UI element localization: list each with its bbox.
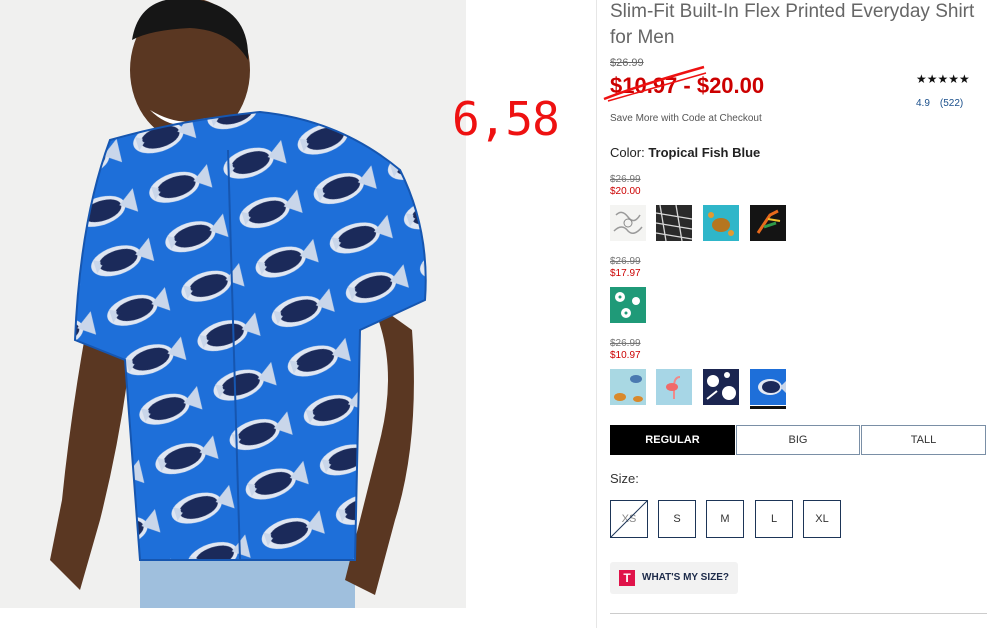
swatch-light-blue-fish[interactable] bbox=[610, 369, 646, 405]
swatch-black-white-print[interactable] bbox=[656, 205, 692, 241]
group-was-price: $26.99 bbox=[610, 338, 641, 349]
swatch-turquoise-turtle[interactable] bbox=[703, 205, 739, 241]
star-rating-icon[interactable]: ★★★★★ bbox=[916, 72, 970, 86]
whats-my-size-button[interactable]: T WHAT'S MY SIZE? bbox=[610, 562, 738, 594]
size-option-xl[interactable]: XL bbox=[803, 500, 841, 538]
group-was-price: $26.99 bbox=[610, 174, 641, 185]
swatch-black-bird-of-paradise[interactable] bbox=[750, 205, 786, 241]
original-price: $26.99 bbox=[610, 57, 644, 69]
group-sale-price: $20.00 bbox=[610, 186, 641, 197]
group-sale-price: $17.97 bbox=[610, 268, 641, 279]
sale-price-text: $10.97 - $20.00 bbox=[610, 73, 765, 98]
swatch-navy-hibiscus[interactable] bbox=[703, 369, 739, 405]
promo-text: Save More with Code at Checkout bbox=[610, 113, 762, 124]
sale-price-range: $10.97 - $20.00 bbox=[603, 65, 765, 102]
unavailable-slash-icon bbox=[611, 501, 647, 537]
true-fit-logo-icon: T bbox=[619, 570, 635, 586]
size-option-xs[interactable]: XS bbox=[610, 500, 648, 538]
model-wearing-shirt-image bbox=[0, 0, 466, 608]
group-sale-price: $10.97 bbox=[610, 350, 641, 361]
size-option-m[interactable]: M bbox=[706, 500, 744, 538]
fit-tab-tall[interactable]: TALL bbox=[861, 425, 986, 455]
swatch-flamingo[interactable] bbox=[656, 369, 692, 405]
product-photo[interactable] bbox=[0, 0, 466, 608]
group-was-price: $26.99 bbox=[610, 256, 641, 267]
price-group: $26.99 $17.97 bbox=[610, 256, 641, 280]
rating-summary[interactable]: 4.9 (522) bbox=[916, 98, 963, 109]
size-label: Size: bbox=[610, 471, 639, 486]
size-option-l[interactable]: L bbox=[755, 500, 793, 538]
fit-tab-regular[interactable]: REGULAR bbox=[610, 425, 735, 455]
price-group: $26.99 $20.00 bbox=[610, 174, 641, 198]
price-group: $26.99 $10.97 bbox=[610, 338, 641, 362]
color-label-text: Color: bbox=[610, 145, 645, 160]
swatch-green-hibiscus[interactable] bbox=[610, 287, 646, 323]
swatch-white-floral[interactable] bbox=[610, 205, 646, 241]
selected-swatch-indicator bbox=[750, 406, 786, 409]
whats-my-size-label: WHAT'S MY SIZE? bbox=[642, 572, 730, 583]
horizontal-divider bbox=[610, 613, 987, 614]
vertical-divider bbox=[596, 0, 597, 628]
product-page: 6,58 Slim-Fit Built-In Flex Printed Ever… bbox=[0, 0, 995, 628]
product-title: Slim-Fit Built-In Flex Printed Everyday … bbox=[610, 1, 975, 48]
review-count[interactable]: (522) bbox=[940, 98, 963, 109]
fit-tab-big[interactable]: BIG bbox=[736, 425, 860, 455]
selected-color-name: Tropical Fish Blue bbox=[648, 145, 761, 160]
size-option-s[interactable]: S bbox=[658, 500, 696, 538]
swatch-tropical-fish-blue[interactable] bbox=[750, 369, 786, 405]
rating-value: 4.9 bbox=[916, 98, 930, 109]
color-label: Color: Tropical Fish Blue bbox=[610, 145, 760, 160]
annotation-number: 6,58 bbox=[452, 92, 560, 146]
